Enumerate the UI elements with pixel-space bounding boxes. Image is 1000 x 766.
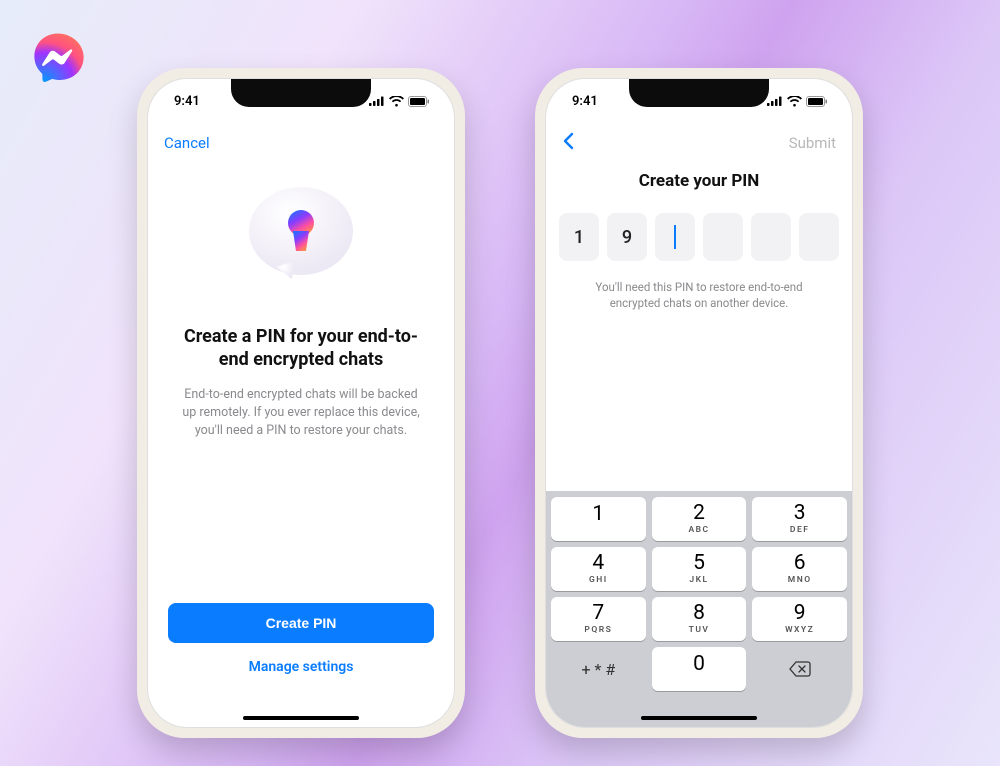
key-digit: 0 <box>693 654 705 675</box>
keypad-key-2[interactable]: 2ABC <box>652 497 747 541</box>
page-title: Create your PIN <box>546 171 852 191</box>
key-letters: MNO <box>788 575 812 585</box>
keypad-key-8[interactable]: 8TUV <box>652 597 747 641</box>
pin-digit-box[interactable] <box>703 213 743 261</box>
phone-left: 9:41 Cancel <box>137 68 465 738</box>
keypad-key-6[interactable]: 6MNO <box>752 547 847 591</box>
submit-button: Submit <box>789 134 836 152</box>
nav-bar: Submit <box>546 123 852 163</box>
key-digit: 7 <box>592 603 604 624</box>
pin-digit-box[interactable]: 9 <box>607 213 647 261</box>
key-digit: 1 <box>592 504 604 525</box>
signal-icon <box>369 96 385 106</box>
pin-digit-box[interactable]: 1 <box>559 213 599 261</box>
pin-digit-box[interactable] <box>655 213 695 261</box>
backspace-key[interactable] <box>752 647 847 691</box>
keyhole-illustration <box>236 181 366 301</box>
keypad-key-4[interactable]: 4GHI <box>551 547 646 591</box>
key-letters: WXYZ <box>785 625 814 635</box>
page-description: End-to-end encrypted chats will be backe… <box>174 386 428 440</box>
symbols-key[interactable]: + * # <box>551 647 646 691</box>
page-description: You'll need this PIN to restore end-to-e… <box>546 279 852 311</box>
create-pin-button[interactable]: Create PIN <box>168 603 434 643</box>
wifi-icon <box>787 96 802 107</box>
home-indicator[interactable] <box>641 716 757 721</box>
phone-right: 9:41 Submit C <box>535 68 863 738</box>
battery-icon <box>806 96 828 107</box>
pin-digit-box[interactable] <box>751 213 791 261</box>
notch <box>629 79 769 107</box>
key-letters: ABC <box>688 525 709 535</box>
key-letters: GHI <box>589 575 608 585</box>
keypad-key-3[interactable]: 3DEF <box>752 497 847 541</box>
manage-settings-link[interactable]: Manage settings <box>243 653 360 681</box>
cancel-button[interactable]: Cancel <box>164 134 210 152</box>
pin-cursor <box>674 225 676 249</box>
keypad-key-5[interactable]: 5JKL <box>652 547 747 591</box>
key-letters: DEF <box>790 525 810 535</box>
key-letters: PQRS <box>584 625 612 635</box>
keypad-key-9[interactable]: 9WXYZ <box>752 597 847 641</box>
status-time: 9:41 <box>174 94 200 109</box>
key-digit: 4 <box>592 553 604 574</box>
notch <box>231 79 371 107</box>
battery-icon <box>408 96 430 107</box>
pin-input-row[interactable]: 19 <box>546 213 852 261</box>
key-digit: 9 <box>794 603 806 624</box>
numeric-keypad: 12ABC3DEF4GHI5JKL6MNO7PQRS8TUV9WXYZ+ * #… <box>546 491 852 727</box>
key-digit: 3 <box>794 503 806 524</box>
home-indicator[interactable] <box>243 716 359 721</box>
status-time: 9:41 <box>572 94 598 109</box>
back-button[interactable] <box>562 132 574 155</box>
wifi-icon <box>389 96 404 107</box>
pin-digit-box[interactable] <box>799 213 839 261</box>
key-digit: 6 <box>794 553 806 574</box>
signal-icon <box>767 96 783 106</box>
key-digit: 8 <box>693 603 705 624</box>
keypad-key-0[interactable]: 0 <box>652 647 747 691</box>
keypad-key-7[interactable]: 7PQRS <box>551 597 646 641</box>
page-title: Create a PIN for your end-to-end encrypt… <box>174 325 428 372</box>
keypad-key-1[interactable]: 1 <box>551 497 646 541</box>
key-digit: 2 <box>693 503 705 524</box>
key-letters: JKL <box>689 575 708 585</box>
nav-bar: Cancel <box>148 123 454 163</box>
key-digit: 5 <box>693 553 705 574</box>
key-letters: TUV <box>689 625 710 635</box>
